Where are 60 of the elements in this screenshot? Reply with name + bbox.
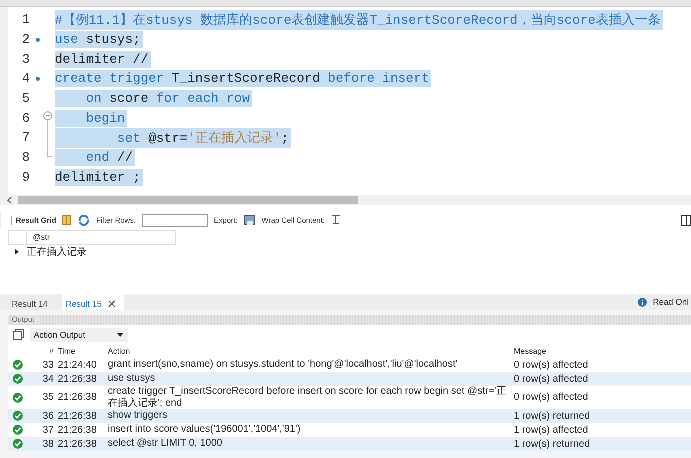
read-only-label: Read Onl (653, 297, 689, 307)
table-cell-text: grant insert(sno,sname) on stusys.student to 'hong'@'localhost','liu'@'localhost' (108, 359, 459, 371)
result-tab[interactable]: Result 14 (8, 294, 56, 310)
table-cell-text: select @str LIMIT 0, 1000 (108, 438, 224, 450)
horizontal-scrollbar[interactable] (0, 195, 691, 205)
table-cell-text: use stusys (108, 373, 156, 385)
table-cell-text: 0 row(s) affected (514, 360, 590, 370)
fold-line-icon (46, 128, 48, 148)
table-cell-text: 21:26:38 (58, 374, 98, 384)
column-header[interactable]: Message (514, 347, 691, 356)
table-cell-text: 37 (42, 424, 55, 436)
table-cell-text: 21:26:38 (58, 438, 98, 450)
table-cell-text: 33 (42, 360, 55, 370)
panel-toggle-icon[interactable] (681, 214, 691, 226)
table-cell-text: 34 (42, 374, 55, 384)
table-cell-text: 1 row(s) returned (514, 410, 592, 422)
table-cell-text: 21:26:38 (58, 410, 98, 422)
grid-icon[interactable] (62, 214, 72, 226)
line-number: 4 (21, 71, 30, 86)
result-tab[interactable]: Result 15 (62, 294, 124, 310)
line-number: 1 (21, 12, 30, 28)
line-number: 5 (21, 91, 30, 106)
close-icon[interactable] (108, 300, 116, 308)
fold-end-icon (46, 148, 52, 157)
table-cell-text: 36 (42, 410, 55, 422)
line-number: 8 (21, 150, 30, 166)
column-header[interactable]: @str (26, 230, 176, 245)
table-cell-text: 1 row(s) returned (514, 438, 592, 450)
filter-field[interactable] (142, 214, 208, 226)
line-number: 3 (21, 52, 30, 67)
column-header[interactable]: Action (108, 346, 514, 358)
table-cell-text: 1 row(s) affected (514, 424, 590, 436)
table-cell-text: 正在插入记录 (26, 246, 87, 259)
table-cell-text: 21:24:40 (58, 360, 98, 370)
output-dropdown[interactable]: Action Output (30, 328, 128, 342)
row-header-cell (8, 230, 26, 245)
table-cell-text: 0 row(s) affected (514, 374, 590, 384)
table-cell-text: 0 row(s) affected (514, 392, 590, 403)
statement-dot-icon (36, 38, 40, 42)
info-icon (638, 298, 648, 306)
table-cell-text: 21:26:38 (58, 424, 98, 436)
caret-icon (117, 332, 124, 338)
export-icon[interactable] (244, 214, 256, 226)
line-number: 2 (21, 32, 30, 48)
line-number: 6 (21, 110, 30, 126)
column-header[interactable]: Time (58, 347, 108, 356)
statement-dot-icon (36, 76, 40, 81)
table-cell-text: 35 (42, 392, 55, 403)
line-number: 7 (21, 130, 30, 146)
table-cell-text: insert into score values('196001','1004','91') (108, 424, 302, 436)
refresh-icon[interactable] (78, 214, 90, 226)
copy-icon[interactable] (13, 329, 25, 341)
row-pointer-icon (14, 249, 18, 255)
scroll-left-icon[interactable] (7, 196, 12, 204)
wrap-icon[interactable] (331, 215, 342, 225)
table-cell-text: 38 (42, 438, 55, 450)
line-number: 9 (21, 170, 30, 185)
column-header[interactable]: # (28, 347, 58, 356)
table-cell-text: show triggers (108, 410, 168, 422)
table-cell-text: 21:26:38 (58, 392, 98, 403)
